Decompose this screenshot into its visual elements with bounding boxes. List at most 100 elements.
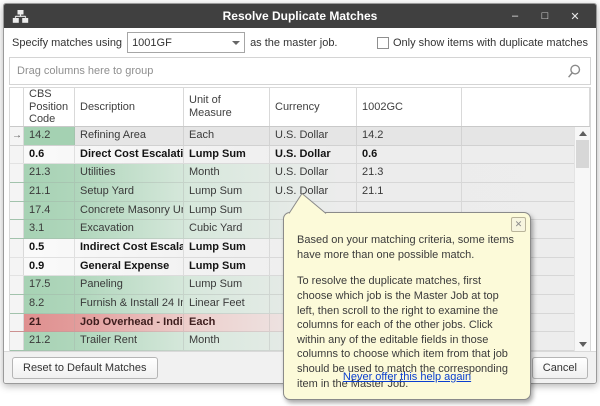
cell-description[interactable]: Refining Area — [75, 127, 184, 145]
row-indicator: → — [10, 127, 24, 145]
cell-1002gc[interactable]: 21.3 — [357, 164, 462, 182]
table-row[interactable]: 21.3UtilitiesMonthU.S. Dollar21.3 — [10, 164, 590, 183]
cell-description[interactable]: Job Overhead - Indire... — [75, 314, 184, 332]
row-indicator — [10, 258, 24, 276]
balloon-tail — [289, 193, 327, 214]
cell-1002gc[interactable]: 14.2 — [357, 127, 462, 145]
cell-unit-of-measure[interactable]: Month — [184, 164, 270, 182]
cell-cbs-position-code[interactable]: 21 — [24, 314, 75, 332]
minimize-button[interactable]: – — [500, 5, 530, 27]
header-1002gc[interactable]: 1002GC — [357, 88, 462, 126]
header-currency[interactable]: Currency — [270, 88, 357, 126]
cell-filler — [462, 127, 590, 145]
cell-description[interactable]: Utilities — [75, 164, 184, 182]
cell-description[interactable]: Setup Yard — [75, 183, 184, 201]
cell-description[interactable]: Indirect Cost Escalation — [75, 239, 184, 257]
specify-matches-label: Specify matches using — [12, 37, 122, 49]
cell-cbs-position-code[interactable]: 17.5 — [24, 276, 75, 294]
cell-unit-of-measure[interactable]: Each — [184, 314, 270, 332]
reset-to-default-matches-button[interactable]: Reset to Default Matches — [12, 357, 158, 379]
cell-unit-of-measure[interactable]: Lump Sum — [184, 276, 270, 294]
row-indicator — [10, 202, 24, 220]
title-bar[interactable]: Resolve Duplicate Matches – □ ✕ — [4, 4, 596, 28]
cell-filler — [462, 183, 590, 201]
screen: Resolve Duplicate Matches – □ ✕ Specify … — [0, 0, 600, 406]
row-indicator — [10, 332, 24, 350]
header-filler — [462, 88, 590, 126]
balloon-close-icon[interactable]: ✕ — [511, 217, 526, 232]
cell-cbs-position-code[interactable]: 0.6 — [24, 146, 75, 164]
row-indicator — [10, 276, 24, 294]
cell-currency[interactable]: U.S. Dollar — [270, 146, 357, 164]
cell-cbs-position-code[interactable]: 21.1 — [24, 183, 75, 201]
cell-description[interactable]: Excavation — [75, 220, 184, 238]
header-cbs-position-code[interactable]: CBS Position Code — [24, 88, 75, 126]
cell-filler — [462, 164, 590, 182]
row-indicator — [10, 164, 24, 182]
toolbar: Specify matches using 1001GF as the mast… — [4, 28, 596, 57]
cell-cbs-position-code[interactable]: 3.1 — [24, 220, 75, 238]
table-row[interactable]: →14.2Refining AreaEachU.S. Dollar14.2 — [10, 127, 590, 146]
duplicate-filter-label: Only show items with duplicate matches — [393, 37, 588, 49]
cell-description[interactable]: Furnish & Install 24 Inch PVC — [75, 295, 184, 313]
cell-cbs-position-code[interactable]: 0.5 — [24, 239, 75, 257]
cell-unit-of-measure[interactable]: Month — [184, 332, 270, 350]
row-indicator — [10, 295, 24, 313]
cell-cbs-position-code[interactable]: 14.2 — [24, 127, 75, 145]
cell-currency[interactable]: U.S. Dollar — [270, 127, 357, 145]
scroll-up-icon[interactable] — [575, 127, 590, 140]
duplicate-filter-checkbox-wrap[interactable]: Only show items with duplicate matches — [377, 37, 588, 49]
row-indicator — [10, 146, 24, 164]
header-indicator — [10, 88, 24, 126]
cell-description[interactable]: Direct Cost Escalation — [75, 146, 184, 164]
scroll-down-icon[interactable] — [575, 338, 590, 351]
header-unit-of-measure[interactable]: Unit of Measure — [184, 88, 270, 126]
cell-1002gc[interactable]: 21.1 — [357, 183, 462, 201]
cell-1002gc[interactable]: 0.6 — [357, 146, 462, 164]
search-icon[interactable] — [566, 63, 583, 80]
cell-unit-of-measure[interactable]: Lump Sum — [184, 239, 270, 257]
grid-header: CBS Position Code Description Unit of Me… — [10, 87, 590, 127]
cell-cbs-position-code[interactable]: 21.2 — [24, 332, 75, 350]
balloon-text: Based on your matching criteria, some it… — [284, 213, 530, 391]
master-job-value: 1001GF — [132, 37, 172, 49]
cell-description[interactable]: Trailer Rent — [75, 332, 184, 350]
cancel-button[interactable]: Cancel — [532, 357, 588, 379]
cell-unit-of-measure[interactable]: Lump Sum — [184, 146, 270, 164]
row-indicator — [10, 239, 24, 257]
row-indicator — [10, 183, 24, 201]
row-indicator — [10, 314, 24, 332]
cell-currency[interactable]: U.S. Dollar — [270, 164, 357, 182]
cell-description[interactable]: Paneling — [75, 276, 184, 294]
table-row[interactable]: 0.6Direct Cost EscalationLump SumU.S. Do… — [10, 146, 590, 165]
cell-unit-of-measure[interactable]: Lump Sum — [184, 183, 270, 201]
balloon-paragraph-1: Based on your matching criteria, some it… — [297, 233, 517, 262]
group-by-hint: Drag columns here to group — [17, 65, 153, 77]
maximize-button[interactable]: □ — [530, 5, 560, 27]
header-description[interactable]: Description — [75, 88, 184, 126]
cell-unit-of-measure[interactable]: Lump Sum — [184, 202, 270, 220]
cell-unit-of-measure[interactable]: Lump Sum — [184, 258, 270, 276]
scrollbar-thumb[interactable] — [576, 140, 589, 168]
cell-unit-of-measure[interactable]: Each — [184, 127, 270, 145]
help-balloon: ✕ Based on your matching criteria, some … — [283, 212, 531, 400]
row-indicator — [10, 220, 24, 238]
vertical-scrollbar[interactable] — [574, 127, 590, 351]
chevron-down-icon — [232, 41, 240, 45]
cell-unit-of-measure[interactable]: Cubic Yard — [184, 220, 270, 238]
cell-cbs-position-code[interactable]: 0.9 — [24, 258, 75, 276]
cell-filler — [462, 146, 590, 164]
cell-cbs-position-code[interactable]: 8.2 — [24, 295, 75, 313]
close-button[interactable]: ✕ — [560, 5, 590, 27]
cell-unit-of-measure[interactable]: Linear Feet — [184, 295, 270, 313]
org-chart-icon — [12, 9, 29, 24]
never-offer-help-link[interactable]: Never offer this help again — [343, 371, 471, 383]
cell-cbs-position-code[interactable]: 21.3 — [24, 164, 75, 182]
master-job-dropdown[interactable]: 1001GF — [127, 32, 245, 53]
duplicate-filter-checkbox[interactable] — [377, 37, 389, 49]
cell-description[interactable]: Concrete Masonry Units — [75, 202, 184, 220]
master-job-suffix-label: as the master job. — [250, 37, 337, 49]
group-by-bar[interactable]: Drag columns here to group — [9, 57, 591, 85]
cell-cbs-position-code[interactable]: 17.4 — [24, 202, 75, 220]
cell-description[interactable]: General Expense — [75, 258, 184, 276]
